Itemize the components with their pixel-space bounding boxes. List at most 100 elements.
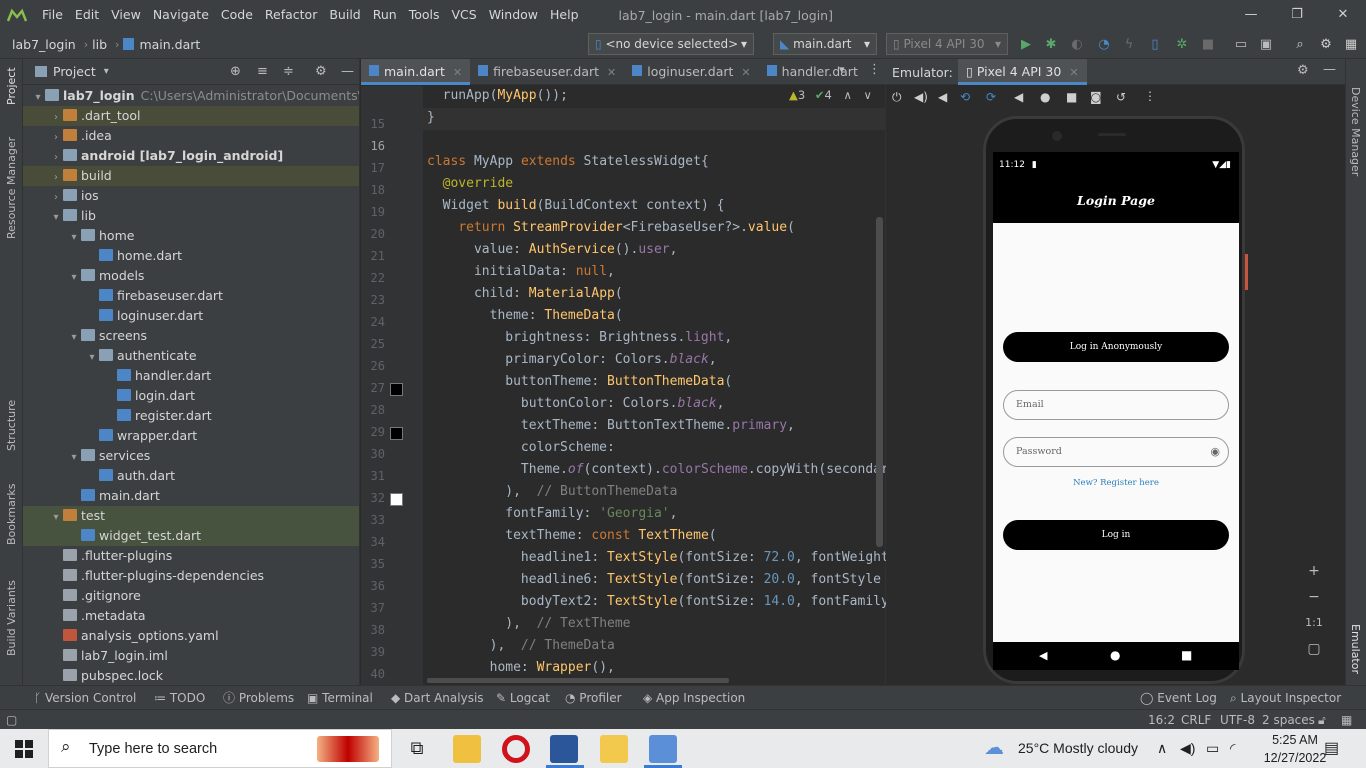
app-icon[interactable] [600, 735, 628, 763]
debug-icon[interactable]: ✱ [1043, 37, 1059, 53]
menu-refactor[interactable]: Refactor [259, 0, 323, 30]
weather-icon[interactable]: ☁ [984, 729, 1004, 768]
run-config-selector[interactable]: ◣ main.dart ▾ [773, 33, 877, 55]
color-swatch-icon[interactable] [390, 493, 403, 506]
menu-run[interactable]: Run [367, 0, 403, 30]
tree-item[interactable]: ▾ services [23, 446, 359, 468]
search-icon[interactable]: ⌕ [1292, 37, 1308, 53]
tree-item[interactable]: ▾ models [23, 266, 359, 286]
tree-item[interactable]: › ios [23, 186, 359, 208]
zoom-actual-size-button[interactable]: 1:1 [1302, 611, 1326, 635]
gear-icon[interactable]: ⚙ [1318, 37, 1334, 53]
login-button[interactable]: Log in [1003, 520, 1229, 550]
nav-back-icon[interactable]: ◀ [1039, 649, 1047, 662]
tree-item[interactable]: .gitignore [23, 586, 359, 606]
close-icon[interactable]: ✕ [741, 66, 750, 79]
gear-icon[interactable]: ⚙ [1297, 63, 1309, 78]
chevron-down-icon[interactable]: ▾ [49, 508, 63, 528]
indent-setting[interactable]: 2 spaces [1262, 710, 1315, 730]
horizontal-scrollbar[interactable] [427, 678, 729, 683]
sdk-manager-icon[interactable]: ▣ [1258, 37, 1274, 53]
menu-view[interactable]: View [105, 0, 147, 30]
chevron-down-icon[interactable]: ▾ [49, 208, 63, 228]
back-icon[interactable]: ◀ [1014, 90, 1023, 104]
tree-item[interactable]: auth.dart [23, 466, 359, 486]
stripe-resource-manager[interactable]: Resource Manager [5, 137, 18, 239]
close-window-button[interactable]: ✕ [1320, 0, 1366, 30]
task-view-icon[interactable]: ⧉ [403, 735, 431, 763]
file-encoding[interactable]: UTF-8 [1220, 710, 1255, 730]
profile-icon[interactable]: ◔ [1096, 37, 1112, 53]
code-line[interactable]: brightness: Brightness.light, [427, 330, 732, 345]
overview-icon[interactable]: ■ [1066, 90, 1077, 104]
tool-terminal[interactable]: ▣ Terminal [307, 686, 373, 710]
code-line[interactable]: colorScheme: [427, 440, 615, 455]
chevron-right-icon[interactable]: › [49, 188, 63, 208]
menu-window[interactable]: Window [483, 0, 544, 30]
code-line[interactable]: value: AuthService().user, [427, 242, 678, 257]
tool-problems[interactable]: ⓘ Problems [223, 686, 294, 710]
code-line[interactable]: @override [427, 176, 513, 191]
register-link[interactable]: New? Register here [993, 478, 1239, 488]
tree-item[interactable]: login.dart [23, 386, 359, 406]
run-icon[interactable]: ▶ [1018, 37, 1034, 53]
device-manager-icon[interactable]: ▭ [1233, 37, 1249, 53]
tree-item[interactable]: ▾ lib [23, 206, 359, 228]
line-separator[interactable]: CRLF [1181, 710, 1211, 730]
inspection-widget[interactable]: ▲3 ✔4 ∧ ∨ [789, 88, 872, 102]
previous-highlight-icon[interactable]: ∧ [843, 88, 851, 102]
code-line[interactable]: Theme.of(context).colorScheme.copyWith(s… [427, 462, 897, 477]
code-line[interactable]: headline1: TextStyle(fontSize: 72.0, fon… [427, 550, 889, 565]
stripe-device-manager[interactable]: Device Manager [1349, 87, 1362, 176]
apply-changes-icon[interactable]: ▯ [1147, 37, 1163, 53]
chevron-right-icon[interactable]: › [49, 108, 63, 128]
zoom-in-button[interactable]: + [1302, 559, 1326, 583]
hide-panel-icon[interactable]: — [1323, 62, 1336, 77]
tool-todo[interactable]: ≔ TODO [154, 686, 205, 710]
breadcrumb-folder[interactable]: lib [92, 37, 111, 52]
color-swatch-icon[interactable] [390, 383, 403, 396]
collapse-all-icon[interactable]: ≑ [283, 64, 294, 79]
tree-item[interactable]: .flutter-plugins-dependencies [23, 566, 359, 586]
menu-code[interactable]: Code [215, 0, 259, 30]
tree-item[interactable]: lab7_login.iml [23, 646, 359, 666]
vertical-scrollbar[interactable] [876, 217, 883, 547]
attach-debugger-icon[interactable]: ✲ [1174, 37, 1190, 53]
android-studio-taskbar-icon[interactable] [649, 735, 677, 763]
zoom-out-button[interactable]: − [1302, 585, 1326, 609]
tool-app-inspection[interactable]: ◈ App Inspection [643, 686, 745, 710]
color-swatch-icon[interactable] [390, 427, 403, 440]
code-line[interactable]: theme: ThemeData( [427, 308, 623, 323]
nav-home-icon[interactable]: ● [1110, 648, 1120, 662]
notifications-icon[interactable]: ▤ [1324, 729, 1339, 768]
eye-icon[interactable]: ◉ [1210, 438, 1220, 466]
speaker-icon[interactable]: ◀) [1180, 729, 1195, 768]
menu-build[interactable]: Build [323, 0, 366, 30]
tool-version-control[interactable]: ᚴ Version Control [34, 686, 136, 710]
chevron-down-icon[interactable]: ▾ [67, 448, 81, 468]
account-icon[interactable]: ▦ [1343, 37, 1359, 53]
code-line[interactable]: buttonTheme: ButtonThemeData( [427, 374, 732, 389]
menu-file[interactable]: File [36, 0, 69, 30]
code-line[interactable]: } [427, 110, 435, 125]
chevron-right-icon[interactable]: › [49, 128, 63, 148]
phone-screen[interactable]: 11:12 ▮ ▼◢▮ Login Page Log in Anonymousl… [993, 152, 1239, 670]
maximize-button[interactable]: ❐ [1274, 0, 1320, 30]
memory-indicator-icon[interactable]: ▦ [1341, 710, 1352, 730]
breadcrumb-project[interactable]: lab7_login [0, 37, 80, 52]
clock-time[interactable]: 5:25 AM [1262, 732, 1328, 748]
code-line[interactable]: buttonColor: Colors.black, [427, 396, 725, 411]
wifi-icon[interactable]: ◜ [1230, 729, 1235, 768]
home-icon[interactable]: ● [1040, 90, 1050, 104]
email-field[interactable]: Email [1003, 390, 1229, 420]
chevron-down-icon[interactable]: ▾ [67, 328, 81, 348]
stripe-emulator[interactable]: Emulator [1349, 624, 1362, 674]
tree-item[interactable]: loginuser.dart [23, 306, 359, 326]
tab-loginuser-dart[interactable]: loginuser.dart ✕ [624, 59, 758, 85]
caret-position[interactable]: 16:2 [1148, 710, 1175, 730]
power-icon[interactable]: ⏻ [892, 90, 902, 105]
code-line[interactable]: primaryColor: Colors.black, [427, 352, 716, 367]
tree-item[interactable]: ▾ test [23, 506, 359, 528]
clock-date[interactable]: 12/27/2022 [1255, 750, 1335, 766]
camera-icon[interactable]: ◙ [1090, 90, 1102, 104]
